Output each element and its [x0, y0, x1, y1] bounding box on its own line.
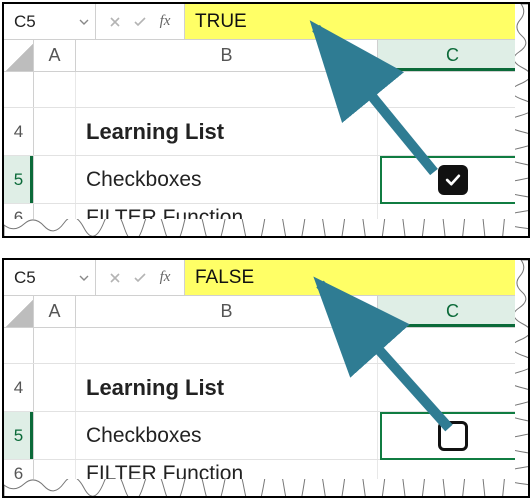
row-header-blank[interactable] — [4, 72, 34, 107]
table-row: 4 Learning List — [4, 364, 528, 412]
row-header-5[interactable]: 5 — [4, 412, 34, 459]
chevron-down-icon — [79, 268, 89, 288]
enter-icon[interactable] — [129, 267, 151, 289]
formula-bar-buttons: fx — [96, 260, 185, 295]
cancel-icon[interactable] — [104, 267, 126, 289]
excel-panel-true: C5 fx TRUE A B C — [2, 2, 530, 238]
torn-edge-right — [515, 4, 529, 238]
row-header-4[interactable]: 4 — [4, 108, 34, 155]
excel-panel-false: C5 fx FALSE A B C — [2, 258, 530, 498]
col-header-A[interactable]: A — [34, 296, 76, 327]
insert-function-icon[interactable]: fx — [154, 11, 176, 33]
formula-text: FALSE — [195, 267, 254, 289]
cell-5-B[interactable]: Checkboxes — [76, 156, 378, 203]
formula-value[interactable]: FALSE — [185, 260, 528, 295]
cell-4-A[interactable] — [34, 108, 76, 155]
enter-icon[interactable] — [129, 11, 151, 33]
select-all-triangle[interactable] — [4, 40, 34, 71]
row-header-4[interactable]: 4 — [4, 364, 34, 411]
cell-4-B[interactable]: Learning List — [76, 108, 378, 155]
select-all-triangle[interactable] — [4, 296, 34, 327]
col-header-B[interactable]: B — [76, 40, 378, 71]
formula-value[interactable]: TRUE — [185, 4, 528, 39]
name-box-value: C5 — [14, 268, 36, 288]
cell-5-A[interactable] — [34, 412, 76, 459]
table-row: 5 Checkboxes — [4, 412, 528, 460]
formula-text: TRUE — [195, 11, 247, 33]
cell-blank-B[interactable] — [76, 72, 378, 107]
cell-blank-A[interactable] — [34, 72, 76, 107]
col-header-C[interactable]: C — [378, 40, 528, 71]
row-header-blank[interactable] — [4, 328, 34, 363]
grid: 4 Learning List 5 Checkboxes 6 FILTER Fu… — [4, 72, 528, 232]
cancel-icon[interactable] — [104, 11, 126, 33]
cell-5-C-checkbox[interactable] — [378, 156, 528, 203]
cell-4-A[interactable] — [34, 364, 76, 411]
cell-4-C[interactable] — [378, 364, 528, 411]
checkbox-unchecked-icon — [438, 421, 468, 451]
cell-blank-A[interactable] — [34, 328, 76, 363]
stage: C5 fx TRUE A B C — [0, 0, 532, 504]
formula-bar: C5 fx TRUE — [4, 4, 528, 40]
cell-5-B[interactable]: Checkboxes — [76, 412, 378, 459]
grid: 4 Learning List 5 Checkboxes 6 FILTER Fu… — [4, 328, 528, 488]
cell-4-B[interactable]: Learning List — [76, 364, 378, 411]
cell-blank-C[interactable] — [378, 72, 528, 107]
insert-function-icon[interactable]: fx — [154, 267, 176, 289]
chevron-down-icon — [79, 12, 89, 32]
cell-5-C-checkbox[interactable] — [378, 412, 528, 459]
column-headers: A B C — [4, 296, 528, 328]
table-row: 5 Checkboxes — [4, 156, 528, 204]
checkbox-checked-icon — [438, 165, 468, 195]
name-box-value: C5 — [14, 12, 36, 32]
col-header-C[interactable]: C — [378, 296, 528, 327]
col-header-B[interactable]: B — [76, 296, 378, 327]
cell-blank-B[interactable] — [76, 328, 378, 363]
blank-row — [4, 72, 528, 108]
cell-4-C[interactable] — [378, 108, 528, 155]
torn-edge-bottom — [4, 219, 530, 237]
name-box[interactable]: C5 — [4, 4, 96, 39]
column-headers: A B C — [4, 40, 528, 72]
table-row: 4 Learning List — [4, 108, 528, 156]
cell-5-A[interactable] — [34, 156, 76, 203]
name-box[interactable]: C5 — [4, 260, 96, 295]
cell-blank-C[interactable] — [378, 328, 528, 363]
formula-bar: C5 fx FALSE — [4, 260, 528, 296]
torn-edge-bottom — [4, 479, 530, 497]
row-header-5[interactable]: 5 — [4, 156, 34, 203]
torn-edge-right — [515, 260, 529, 498]
col-header-A[interactable]: A — [34, 40, 76, 71]
blank-row — [4, 328, 528, 364]
formula-bar-buttons: fx — [96, 4, 185, 39]
